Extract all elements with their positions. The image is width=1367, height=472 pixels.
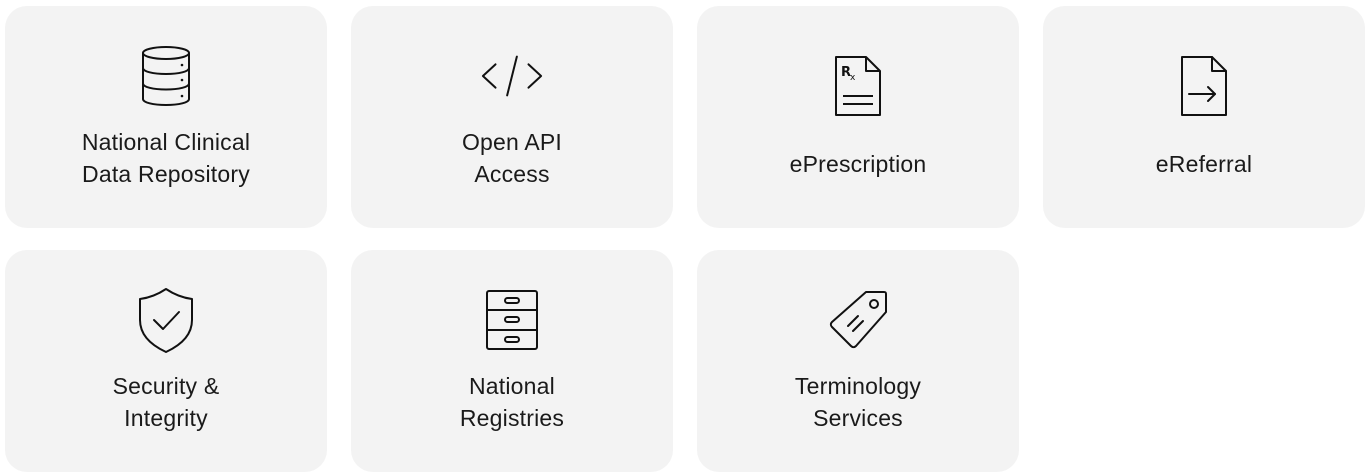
tile-national-clinical-data-repository[interactable]: National Clinical Data Repository	[5, 6, 327, 228]
prescription-icon: R x	[826, 54, 890, 118]
database-icon	[134, 44, 198, 108]
tile-label: Open API Access	[461, 129, 563, 187]
tile-label: Terminology Services	[794, 373, 922, 431]
tile-open-api-access[interactable]: Open API Access	[351, 6, 673, 228]
tile-terminology-services[interactable]: Terminology Services	[697, 250, 1019, 472]
tag-icon	[826, 288, 890, 352]
tile-eprescription[interactable]: R x ePrescription	[697, 6, 1019, 228]
tile-national-registries[interactable]: National Registries	[351, 250, 673, 472]
shield-check-icon	[134, 288, 198, 352]
referral-document-icon	[1172, 54, 1236, 118]
tile-security-integrity[interactable]: Security & Integrity	[5, 250, 327, 472]
tile-label: eReferral	[1155, 151, 1253, 177]
filing-cabinet-icon	[480, 288, 544, 352]
tile-label: National Registries	[459, 373, 565, 431]
tile-label: ePrescription	[789, 151, 927, 177]
svg-text:x: x	[850, 73, 856, 83]
tile-label: Security & Integrity	[112, 373, 220, 431]
tile-ereferral[interactable]: eReferral	[1043, 6, 1365, 228]
code-icon	[480, 44, 544, 108]
tile-label: National Clinical Data Repository	[81, 129, 251, 187]
